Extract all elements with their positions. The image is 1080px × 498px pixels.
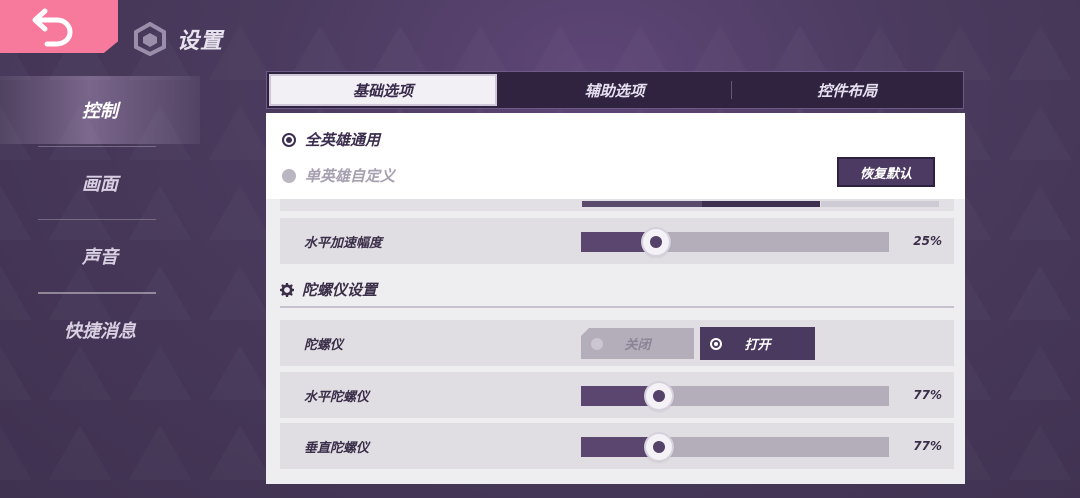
page-header: 设置	[133, 22, 223, 56]
sidebar-item-quick-messages[interactable]: 快捷消息	[0, 294, 200, 366]
tab-control-layout[interactable]: 控件布局	[732, 72, 964, 108]
gyro-off-button[interactable]: 关闭	[581, 328, 694, 359]
sidebar-item-label: 控制	[82, 101, 118, 122]
reset-default-button[interactable]: 恢复默认	[837, 157, 935, 187]
sidebar-item-control[interactable]: 控制	[0, 76, 200, 144]
game-logo-icon	[134, 22, 166, 56]
tab-assist-options[interactable]: 辅助选项	[499, 72, 731, 108]
radio-per-hero[interactable]: 单英雄自定义	[282, 165, 395, 186]
toggle-label: 打开	[744, 338, 771, 353]
gyro-section-title: 陀螺仪设置	[280, 279, 377, 300]
setting-label: 垂直陀螺仪	[304, 440, 370, 456]
horizontal-gyro-slider[interactable]	[581, 383, 889, 409]
scrolled-row-remnant	[280, 199, 954, 211]
setting-value: 77%	[913, 439, 942, 453]
vertical-gyro-slider[interactable]	[581, 434, 889, 460]
sidebar-item-label: 快捷消息	[64, 321, 136, 342]
setting-row-horizontal-accel: 水平加速幅度 25%	[280, 218, 954, 264]
sidebar: 控制 画面 声音 快捷消息	[0, 76, 200, 366]
slider-knob[interactable]	[645, 383, 672, 409]
setting-label: 陀螺仪	[304, 337, 344, 353]
radio-label: 全英雄通用	[305, 131, 381, 149]
settings-list: 水平加速幅度 25% 陀螺仪设置 陀螺仪 关闭 打开 水平陀螺仪 77% 垂直陀…	[266, 199, 965, 484]
back-arrow-icon	[32, 8, 73, 46]
radio-all-heroes[interactable]: 全英雄通用	[282, 129, 380, 150]
gyro-on-button[interactable]: 打开	[700, 327, 815, 360]
sidebar-item-label: 声音	[82, 247, 118, 268]
toggle-label: 关闭	[624, 338, 651, 353]
sidebar-item-label: 画面	[82, 174, 118, 195]
settings-tabs: 基础选项 辅助选项 控件布局	[266, 71, 964, 109]
setting-row-vertical-gyro: 垂直陀螺仪 77%	[280, 423, 954, 469]
gear-icon	[280, 282, 294, 297]
setting-row-horizontal-gyro: 水平陀螺仪 77%	[280, 372, 954, 418]
tab-label: 控件布局	[817, 81, 878, 100]
tab-label: 辅助选项	[584, 81, 645, 100]
back-button[interactable]	[0, 0, 118, 53]
radio-selected-icon	[282, 132, 296, 147]
setting-label: 水平陀螺仪	[304, 389, 370, 405]
setting-value: 77%	[913, 388, 942, 402]
section-divider	[280, 306, 954, 308]
section-title-label: 陀螺仪设置	[302, 281, 378, 299]
tab-label: 基础选项	[352, 81, 413, 100]
setting-row-gyro: 陀螺仪 关闭 打开	[280, 320, 954, 366]
setting-value: 25%	[913, 234, 942, 248]
slider-knob[interactable]	[643, 229, 670, 255]
page-title: 设置	[177, 29, 224, 54]
hero-mode-panel: 全英雄通用 单英雄自定义 恢复默认	[266, 113, 965, 199]
radio-unselected-icon	[282, 168, 296, 183]
slider-knob[interactable]	[645, 434, 672, 460]
sidebar-item-sound[interactable]: 声音	[0, 220, 200, 292]
setting-label: 水平加速幅度	[304, 235, 383, 251]
sidebar-item-display[interactable]: 画面	[0, 147, 200, 219]
horizontal-accel-slider[interactable]	[581, 229, 889, 255]
tab-basic-options[interactable]: 基础选项	[269, 74, 497, 106]
radio-label: 单英雄自定义	[305, 167, 396, 185]
